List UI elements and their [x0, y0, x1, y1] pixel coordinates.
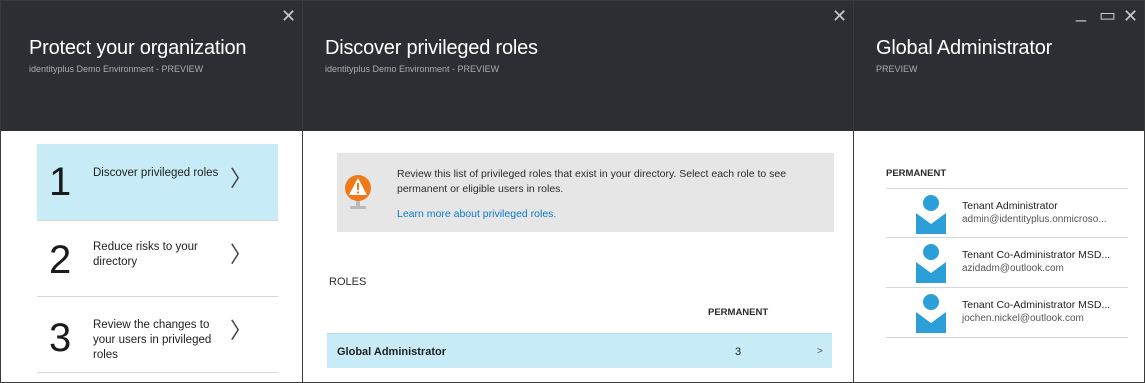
blade-subtitle: identityplus Demo Environment - PREVIEW — [29, 64, 204, 74]
user-name: Tenant Co-Administrator MSD... — [962, 299, 1111, 311]
close-button[interactable]: ✕ — [832, 7, 847, 25]
user-row[interactable]: Tenant Co-Administrator MSD... jochen.ni… — [886, 288, 1128, 338]
roles-section-label: ROLES — [329, 276, 367, 288]
blade-title: Global Administrator — [876, 37, 1053, 59]
maximize-button[interactable]: ▭ — [1099, 6, 1116, 24]
warning-icon — [345, 175, 371, 209]
blade-title: Protect your organization — [29, 37, 247, 59]
step-label: Reduce risks to your directory — [93, 241, 198, 268]
user-avatar-icon — [916, 294, 946, 333]
divider — [37, 372, 278, 373]
user-avatar-icon — [916, 244, 946, 283]
step-discover-privileged-roles[interactable]: 1 Discover privileged roles 〉 — [37, 144, 278, 220]
chevron-right-icon: 〉 — [230, 242, 253, 267]
user-row[interactable]: Tenant Administrator admin@identityplus.… — [886, 188, 1128, 238]
user-avatar-icon — [916, 195, 946, 234]
permanent-section-label: PERMANENT — [886, 168, 947, 179]
user-row[interactable]: Tenant Co-Administrator MSD... azidadm@o… — [886, 238, 1128, 288]
blade-discover-privileged-roles: Discover privileged roles identityplus D… — [302, 0, 854, 383]
step-number: 2 — [49, 238, 72, 282]
step-number: 1 — [49, 160, 72, 204]
info-text: Review this list of privileged roles tha… — [397, 168, 787, 195]
chevron-right-icon: 〉 — [230, 166, 253, 191]
step-number: 3 — [49, 316, 72, 360]
blade-protect-organization: Protect your organization identityplus D… — [0, 0, 303, 383]
role-row-global-administrator[interactable]: Global Administrator 3 > — [327, 333, 832, 368]
step-label: Review the changes to your users in priv… — [93, 319, 212, 361]
user-name: Tenant Co-Administrator MSD... — [962, 249, 1111, 261]
permanent-count: 3 — [735, 346, 742, 358]
blade-global-administrator: Global Administrator PREVIEW _ ▭ ✕ PERMA… — [853, 0, 1145, 383]
user-email: jochen.nickel@outlook.com — [962, 313, 1084, 324]
close-button[interactable]: ✕ — [1123, 7, 1138, 25]
blade-header: Global Administrator PREVIEW _ ▭ ✕ — [854, 1, 1144, 131]
step-reduce-risks[interactable]: 2 Reduce risks to your directory 〉 — [37, 220, 278, 296]
step-label: Discover privileged roles — [93, 167, 219, 179]
step-review-changes[interactable]: 3 Review the changes to your users in pr… — [37, 296, 278, 372]
blade-title: Discover privileged roles — [325, 37, 538, 59]
user-email: admin@identityplus.onmicroso... — [962, 214, 1107, 225]
learn-more-link[interactable]: Learn more about privileged roles. — [397, 208, 556, 220]
blade-subtitle: PREVIEW — [876, 64, 918, 74]
blade-header: Discover privileged roles identityplus D… — [303, 1, 853, 131]
column-header-permanent: PERMANENT — [708, 307, 769, 318]
role-name: Global Administrator — [337, 346, 446, 358]
user-email: azidadm@outlook.com — [962, 263, 1064, 274]
minimize-button[interactable]: _ — [1076, 3, 1086, 21]
chevron-right-icon: 〉 — [230, 318, 253, 343]
blade-header: Protect your organization identityplus D… — [1, 1, 302, 131]
chevron-right-icon: > — [817, 346, 823, 357]
user-name: Tenant Administrator — [962, 200, 1058, 212]
info-banner: Review this list of privileged roles tha… — [337, 153, 834, 232]
close-button[interactable]: ✕ — [281, 7, 296, 25]
blade-subtitle: identityplus Demo Environment - PREVIEW — [325, 64, 500, 74]
